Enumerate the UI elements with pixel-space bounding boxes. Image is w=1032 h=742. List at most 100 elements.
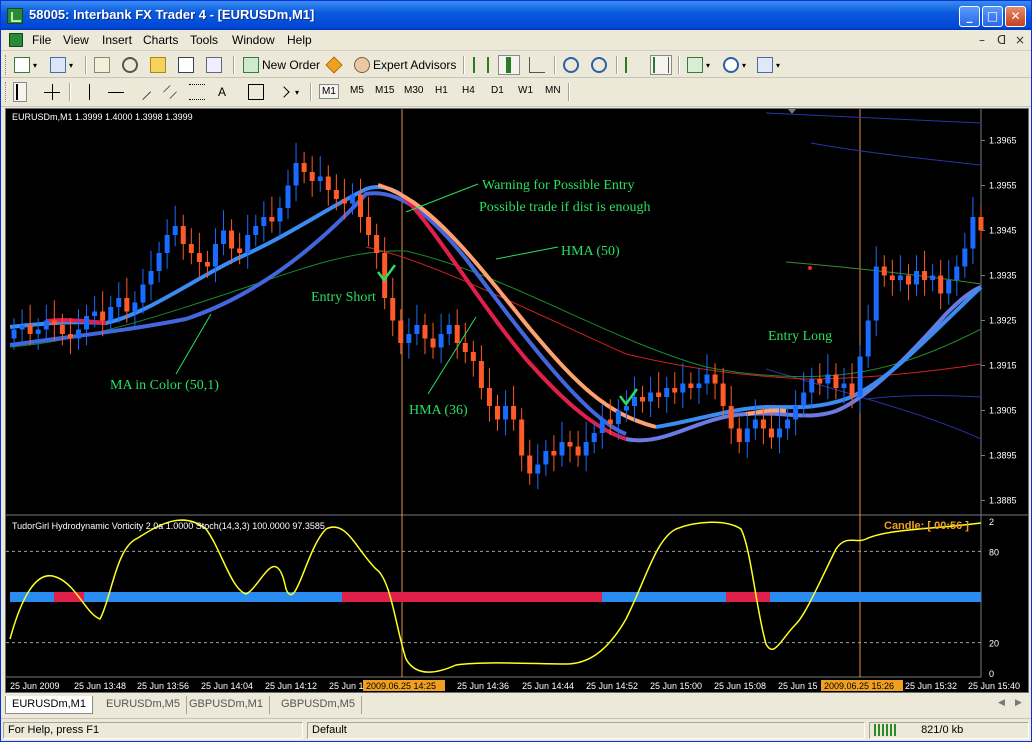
- menu-charts[interactable]: Charts: [143, 33, 178, 47]
- candle-body: [777, 428, 783, 438]
- candle-body: [559, 442, 565, 456]
- text-tool-button[interactable]: A: [215, 82, 229, 102]
- menu-insert[interactable]: Insert: [102, 33, 132, 47]
- indicator-header: TudorGirl Hydrodynamic Vorticity 2.0a 1.…: [12, 521, 325, 531]
- candle-body: [801, 392, 807, 406]
- horizontal-line-button[interactable]: [105, 82, 127, 102]
- candle-body: [212, 244, 218, 267]
- profiles-button[interactable]: ▾: [47, 55, 76, 75]
- tab-gbpusdm-m5[interactable]: GBPUSDm,M5: [275, 696, 362, 714]
- time-label: 25 Jun 13:56: [137, 681, 189, 691]
- menu-tools[interactable]: Tools: [190, 33, 218, 47]
- periods-button[interactable]: ▾: [720, 55, 749, 75]
- timeframe-m5[interactable]: M5: [348, 84, 366, 97]
- candle-body: [140, 284, 146, 303]
- candle-body: [124, 298, 130, 312]
- fibonacci-button[interactable]: [186, 82, 208, 102]
- chart-window[interactable]: Warning for Possible Entry Possible trade…: [5, 108, 1029, 693]
- new-order-button[interactable]: New Order: [240, 55, 323, 75]
- terminal-icon: [178, 57, 194, 73]
- metaeditor-button[interactable]: [323, 55, 345, 75]
- tab-eurusdm-m1[interactable]: EURUSDm,M1: [5, 696, 93, 714]
- templates-button[interactable]: ▾: [754, 55, 783, 75]
- zoom-in-button[interactable]: [560, 55, 582, 75]
- annotation-entry-long: Entry Long: [768, 329, 832, 344]
- menu-view[interactable]: View: [63, 33, 89, 47]
- chart-window-icon[interactable]: [9, 33, 23, 47]
- price-tick-label: 1.3925: [989, 316, 1017, 326]
- candle-body: [430, 338, 436, 348]
- zoom-out-button[interactable]: [588, 55, 610, 75]
- price-tick-label: 1.3945: [989, 226, 1017, 236]
- timeframe-h1[interactable]: H1: [433, 84, 450, 97]
- candle-body: [349, 194, 355, 204]
- status-profile: Default: [307, 722, 865, 739]
- template-icon: [757, 57, 773, 73]
- mdi-restore-button[interactable]: ᗡ: [997, 33, 1006, 47]
- candle-body: [857, 356, 863, 397]
- vertical-line-button[interactable]: [78, 82, 100, 102]
- new-chart-button[interactable]: ▾: [11, 55, 40, 75]
- market-watch-button[interactable]: [91, 55, 113, 75]
- title-bar[interactable]: 58005: Interbank FX Trader 4 - [EURUSDm,…: [1, 1, 1031, 30]
- menu-file[interactable]: File: [32, 33, 51, 47]
- strategy-tester-button[interactable]: [203, 55, 225, 75]
- mdi-close-button[interactable]: ×: [1015, 33, 1025, 47]
- indicators-button[interactable]: ▾: [684, 55, 713, 75]
- toolbar-separator: [233, 56, 235, 74]
- tab-scroll-left-icon[interactable]: ◀: [998, 698, 1005, 708]
- candle-body: [188, 244, 194, 253]
- auto-scroll-button[interactable]: [622, 55, 644, 75]
- chart-shift-button[interactable]: [650, 55, 672, 75]
- toolbar-grip[interactable]: [5, 55, 8, 75]
- tab-scroll-right-icon[interactable]: ▶: [1015, 698, 1022, 708]
- tab-eurusdm-m5[interactable]: EURUSDm,M5: [100, 696, 187, 714]
- timeframe-m15[interactable]: M15: [373, 84, 396, 97]
- candle-body: [785, 419, 791, 429]
- candle-body: [672, 388, 678, 393]
- timeframe-m30[interactable]: M30: [402, 84, 425, 97]
- tab-gbpusdm-m1[interactable]: GBPUSDm,M1: [183, 696, 270, 714]
- cursor-tool-button[interactable]: [13, 82, 27, 102]
- candle-body: [664, 388, 670, 397]
- timeframe-m1[interactable]: M1: [319, 84, 339, 99]
- vorticity-bar: [84, 592, 342, 602]
- minimize-button[interactable]: _: [959, 6, 980, 27]
- candle-body: [341, 199, 347, 204]
- timeframe-mn[interactable]: MN: [543, 84, 563, 97]
- candle-body: [970, 217, 976, 249]
- trendline-button[interactable]: [132, 82, 154, 102]
- timeframe-d1[interactable]: D1: [489, 84, 506, 97]
- text-label-tool-button[interactable]: [245, 82, 267, 102]
- line-chart-button[interactable]: [526, 55, 548, 75]
- candle-body: [954, 266, 960, 280]
- candlestick-chart-button[interactable]: [498, 55, 520, 75]
- close-button[interactable]: ✕: [1005, 6, 1026, 27]
- navigator-button[interactable]: [119, 55, 141, 75]
- crosshair-tool-button[interactable]: [41, 82, 63, 102]
- candle-body: [478, 361, 484, 388]
- candle-body: [938, 275, 944, 294]
- bar-chart-button[interactable]: [470, 55, 492, 75]
- favorites-button[interactable]: [147, 55, 169, 75]
- timeframe-h4[interactable]: H4: [460, 84, 477, 97]
- toolbar-grip[interactable]: [5, 82, 8, 102]
- arrows-tool-button[interactable]: ▾: [273, 82, 302, 102]
- menu-window[interactable]: Window: [232, 33, 275, 47]
- menu-help[interactable]: Help: [287, 33, 312, 47]
- expert-advisor-icon: [354, 57, 370, 73]
- candle-body: [922, 271, 928, 280]
- candle-body: [285, 185, 291, 208]
- price-chart[interactable]: Warning for Possible Entry Possible trade…: [6, 109, 1028, 692]
- candle-body: [760, 419, 766, 429]
- terminal-button[interactable]: [175, 55, 197, 75]
- expert-advisors-button[interactable]: Expert Advisors: [351, 55, 459, 75]
- maximize-button[interactable]: □: [982, 6, 1003, 27]
- timeframe-w1[interactable]: W1: [516, 84, 535, 97]
- equidistant-channel-button[interactable]: [159, 82, 181, 102]
- candle-body: [422, 325, 428, 339]
- oscillator-level-label: 20: [989, 639, 999, 649]
- terminal-window: 58005: Interbank FX Trader 4 - [EURUSDm,…: [0, 0, 1032, 742]
- candle-body: [583, 442, 589, 456]
- mdi-minimize-button[interactable]: –: [979, 33, 985, 47]
